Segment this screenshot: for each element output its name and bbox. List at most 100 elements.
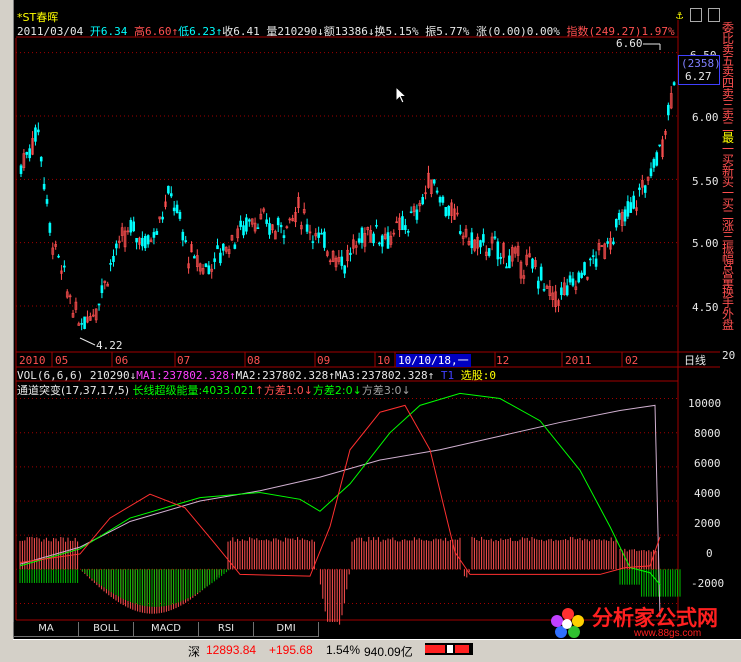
candle-body: [184, 240, 188, 242]
candle-body: [279, 224, 283, 228]
tab-macd[interactable]: MACD: [133, 622, 199, 637]
candle-body: [404, 225, 407, 230]
ind-tick: 4000: [694, 487, 721, 500]
tab-boll[interactable]: BOLL: [78, 622, 134, 637]
candle-body: [268, 223, 271, 235]
tab-dmi[interactable]: DMI: [253, 622, 319, 637]
price-tick: 4.50: [692, 301, 719, 314]
candle-body: [276, 217, 280, 226]
candle-body: [432, 179, 436, 184]
candle-body: [606, 241, 609, 244]
candle-body: [112, 255, 115, 262]
candle-body: [97, 303, 101, 306]
candle-body: [245, 217, 248, 232]
ind-tick: 10000: [688, 397, 722, 410]
ind-tick: 8000: [694, 427, 721, 440]
candle-body: [482, 234, 485, 243]
candle-body: [571, 278, 575, 286]
candle-body: [282, 235, 286, 238]
price-tick: 5.00: [692, 237, 719, 250]
candle-body: [320, 232, 323, 235]
logo-url: www.88gs.com: [634, 628, 702, 639]
candle-body: [317, 232, 320, 238]
candle-body: [207, 265, 211, 275]
candle-body: [658, 144, 661, 147]
candle-body: [623, 209, 627, 222]
date-tick: 2011: [565, 354, 592, 367]
app-screen: *ST春晖 ⚓ 2011/03/04 开6.34 高6.60↑低6.23↑收6.…: [0, 0, 741, 662]
candle-body: [239, 220, 242, 227]
candle-body: [34, 127, 37, 142]
candle-body: [458, 231, 462, 234]
candle-body: [487, 248, 491, 256]
candle-body: [447, 206, 451, 216]
tab-ma[interactable]: MA: [13, 622, 79, 637]
date-tick: 06: [115, 354, 129, 367]
tab-rsi[interactable]: RSI: [198, 622, 254, 637]
candle-body: [247, 219, 251, 222]
candle-body: [667, 104, 670, 116]
status-pct: 1.54%: [326, 643, 361, 657]
candle-body: [349, 252, 352, 255]
candle-body: [591, 255, 595, 257]
ind-tick: 6000: [694, 457, 721, 470]
candle-body: [577, 272, 581, 283]
kline-chart[interactable]: [0, 0, 741, 661]
candle-body: [109, 263, 112, 265]
date-tick: 12: [496, 354, 510, 367]
candle-body: [655, 152, 659, 166]
candle-body: [531, 258, 534, 269]
candle-body: [401, 216, 404, 231]
candle-body: [617, 212, 621, 220]
candle-body: [470, 232, 474, 249]
candle-body: [360, 227, 364, 243]
candle-body: [612, 241, 615, 245]
candle-body: [580, 272, 583, 278]
candle-body: [265, 219, 268, 224]
low-annotation: 4.22: [96, 339, 123, 352]
candle-body: [536, 280, 540, 289]
period-label[interactable]: 日线: [684, 354, 706, 367]
status-amount: 940.09亿: [364, 645, 413, 659]
high-annotation: 6.60: [616, 37, 643, 50]
candle-body: [213, 258, 216, 262]
candle-body: [496, 241, 500, 260]
candle-body: [493, 236, 497, 239]
sidebar-label: 盘: [722, 318, 735, 332]
candle-body: [169, 193, 173, 197]
candle-body: [83, 316, 86, 329]
candle-body: [181, 231, 185, 241]
candle-body: [216, 245, 219, 250]
candle-body: [672, 82, 676, 86]
candle-body: [143, 235, 147, 249]
candle-body: [48, 223, 52, 233]
candle-body: [438, 197, 442, 203]
site-logo: 分析家公式网 www.88gs.com: [548, 605, 740, 639]
candle-body: [508, 255, 511, 269]
date-tick: 08: [247, 354, 261, 367]
vol-line: VOL(6,6,6) 210290↓MA1:237802.328↑MA2:237…: [17, 369, 497, 382]
candle-body: [406, 231, 410, 233]
candle-body: [175, 204, 179, 213]
price-tick: 6.00: [692, 111, 719, 124]
candle-body: [505, 266, 508, 269]
ind-tick: 0: [706, 547, 713, 560]
logo-text: 分析家公式网: [592, 606, 718, 630]
candle-body: [129, 219, 133, 233]
candle-body: [28, 148, 31, 159]
candle-body: [441, 196, 445, 203]
candle-body: [375, 225, 378, 227]
candle-body: [589, 258, 592, 261]
candle-body: [565, 285, 569, 296]
candle-body: [638, 187, 641, 190]
date-tick: 10: [377, 354, 391, 367]
candle-body: [42, 183, 46, 190]
candle-body: [167, 185, 170, 194]
candle-body: [80, 323, 83, 325]
candle-body: [132, 221, 136, 232]
candle-body: [219, 252, 222, 264]
sidebar-value: 20: [722, 349, 736, 362]
date-tick: 05: [55, 354, 69, 367]
candle-body: [193, 256, 196, 259]
status-index: 12893.84: [206, 643, 257, 657]
